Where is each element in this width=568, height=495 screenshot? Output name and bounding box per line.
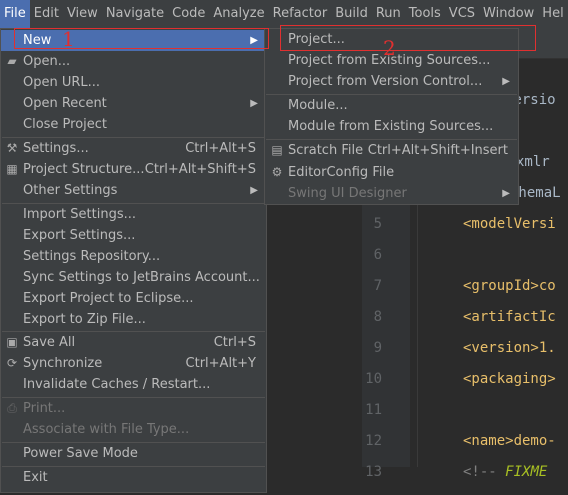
menu-run[interactable]: Run (372, 0, 405, 28)
submenu-item-swing-designer: Swing UI Designer ▶ (265, 183, 518, 204)
menu-item-associate-file-type: Associate with File Type... (23, 422, 190, 437)
menu-file[interactable]: File (0, 0, 30, 28)
menu-item-open-url[interactable]: Open URL... (1, 72, 266, 93)
code-line: 7 <groupId>co (373, 278, 556, 294)
project-structure-icon: ▦ (6, 162, 18, 176)
code-line: 8 <artifactIc (373, 309, 556, 325)
menu-vcs[interactable]: VCS (445, 0, 479, 28)
submenu-arrow-icon: ▶ (250, 98, 258, 109)
menu-item-exit[interactable]: Exit (1, 467, 266, 488)
menu-window[interactable]: Window (479, 0, 538, 28)
menu-item-close-project[interactable]: Close Project (1, 114, 266, 135)
submenu-arrow-icon: ▶ (502, 188, 510, 199)
menu-edit[interactable]: Edit (30, 0, 63, 28)
submenu-arrow-icon: ▶ (502, 76, 510, 87)
sync-icon: ⟳ (6, 356, 18, 370)
submenu-item-editorconfig[interactable]: ⚙ EditorConfig File (265, 162, 518, 183)
menu-analyze[interactable]: Analyze (209, 0, 268, 28)
menu-item-export-zip[interactable]: Export to Zip File... (1, 309, 266, 330)
menu-item-export-eclipse[interactable]: Export Project to Eclipse... (1, 288, 266, 309)
menu-code[interactable]: Code (168, 0, 209, 28)
menu-navigate[interactable]: Navigate (102, 0, 168, 28)
scratch-file-icon: ▤ (271, 143, 283, 157)
menu-item-power-save[interactable]: Power Save Mode (1, 443, 266, 464)
todo-marker: FIXME (505, 464, 548, 480)
menu-build[interactable]: Build (331, 0, 372, 28)
menu-item-import-settings[interactable]: Import Settings... (1, 204, 266, 225)
code-line: 5 <modelVersi (373, 216, 556, 232)
code-line: 6 (373, 247, 382, 263)
annotation-number-1: 1 (62, 27, 75, 51)
file-menu-dropdown: New ▶ ▰ Open... Open URL... Open Recent ▶ C… (0, 28, 267, 493)
menu-tools[interactable]: Tools (405, 0, 445, 28)
menu-bar: File Edit View Navigate Code Analyze Ref… (0, 0, 568, 28)
gear-icon: ⚙ (271, 165, 283, 179)
menu-item-other-settings[interactable]: Other Settings ▶ (1, 180, 266, 201)
submenu-arrow-icon: ▶ (250, 185, 258, 196)
menu-item-open[interactable]: ▰ Open... (1, 51, 266, 72)
submenu-item-scratch-file[interactable]: ▤ Scratch File Ctrl+Alt+Shift+Insert (265, 140, 518, 161)
annotation-box-project (280, 25, 536, 51)
printer-icon: ⎙ (7, 401, 17, 415)
wrench-icon: ⚒ (6, 141, 18, 155)
menu-item-settings-repository[interactable]: Settings Repository... (1, 246, 266, 267)
submenu-item-project-vcs[interactable]: Project from Version Control... ▶ (265, 71, 518, 92)
menu-help[interactable]: Hel (538, 0, 567, 28)
save-icon: ▣ (6, 335, 18, 349)
menu-item-print: ⎙ Print... (1, 398, 266, 419)
menu-item-settings[interactable]: ⚒ Settings... Ctrl+Alt+S (1, 138, 266, 159)
menu-view[interactable]: View (63, 0, 102, 28)
menu-item-open-recent[interactable]: Open Recent ▶ (1, 93, 266, 114)
code-line: 12 <name>demo- (365, 433, 556, 449)
submenu-item-module[interactable]: Module... (265, 95, 518, 116)
annotation-box-new (14, 28, 269, 49)
menu-refactor[interactable]: Refactor (269, 0, 332, 28)
menu-item-invalidate-caches[interactable]: Invalidate Caches / Restart... (1, 374, 266, 395)
menu-item-export-settings[interactable]: Export Settings... (1, 225, 266, 246)
menu-item-sync-settings[interactable]: Sync Settings to JetBrains Account... (1, 267, 266, 288)
code-line: 9 <version>1. (373, 340, 556, 356)
menu-item-project-structure[interactable]: ▦ Project Structure... Ctrl+Alt+Shift+S (1, 159, 266, 180)
menu-item-save-all[interactable]: ▣ Save All Ctrl+S (1, 332, 266, 353)
folder-icon: ▰ (7, 54, 17, 68)
code-line: 13 <!-- FIXME (365, 464, 548, 480)
menu-item-synchronize[interactable]: ⟳ Synchronize Ctrl+Alt+Y (1, 353, 266, 374)
annotation-number-2: 2 (383, 36, 396, 60)
code-line: 11 (365, 402, 382, 418)
code-line: 10 <packaging> (365, 371, 556, 387)
submenu-item-module-existing[interactable]: Module from Existing Sources... (265, 116, 518, 137)
